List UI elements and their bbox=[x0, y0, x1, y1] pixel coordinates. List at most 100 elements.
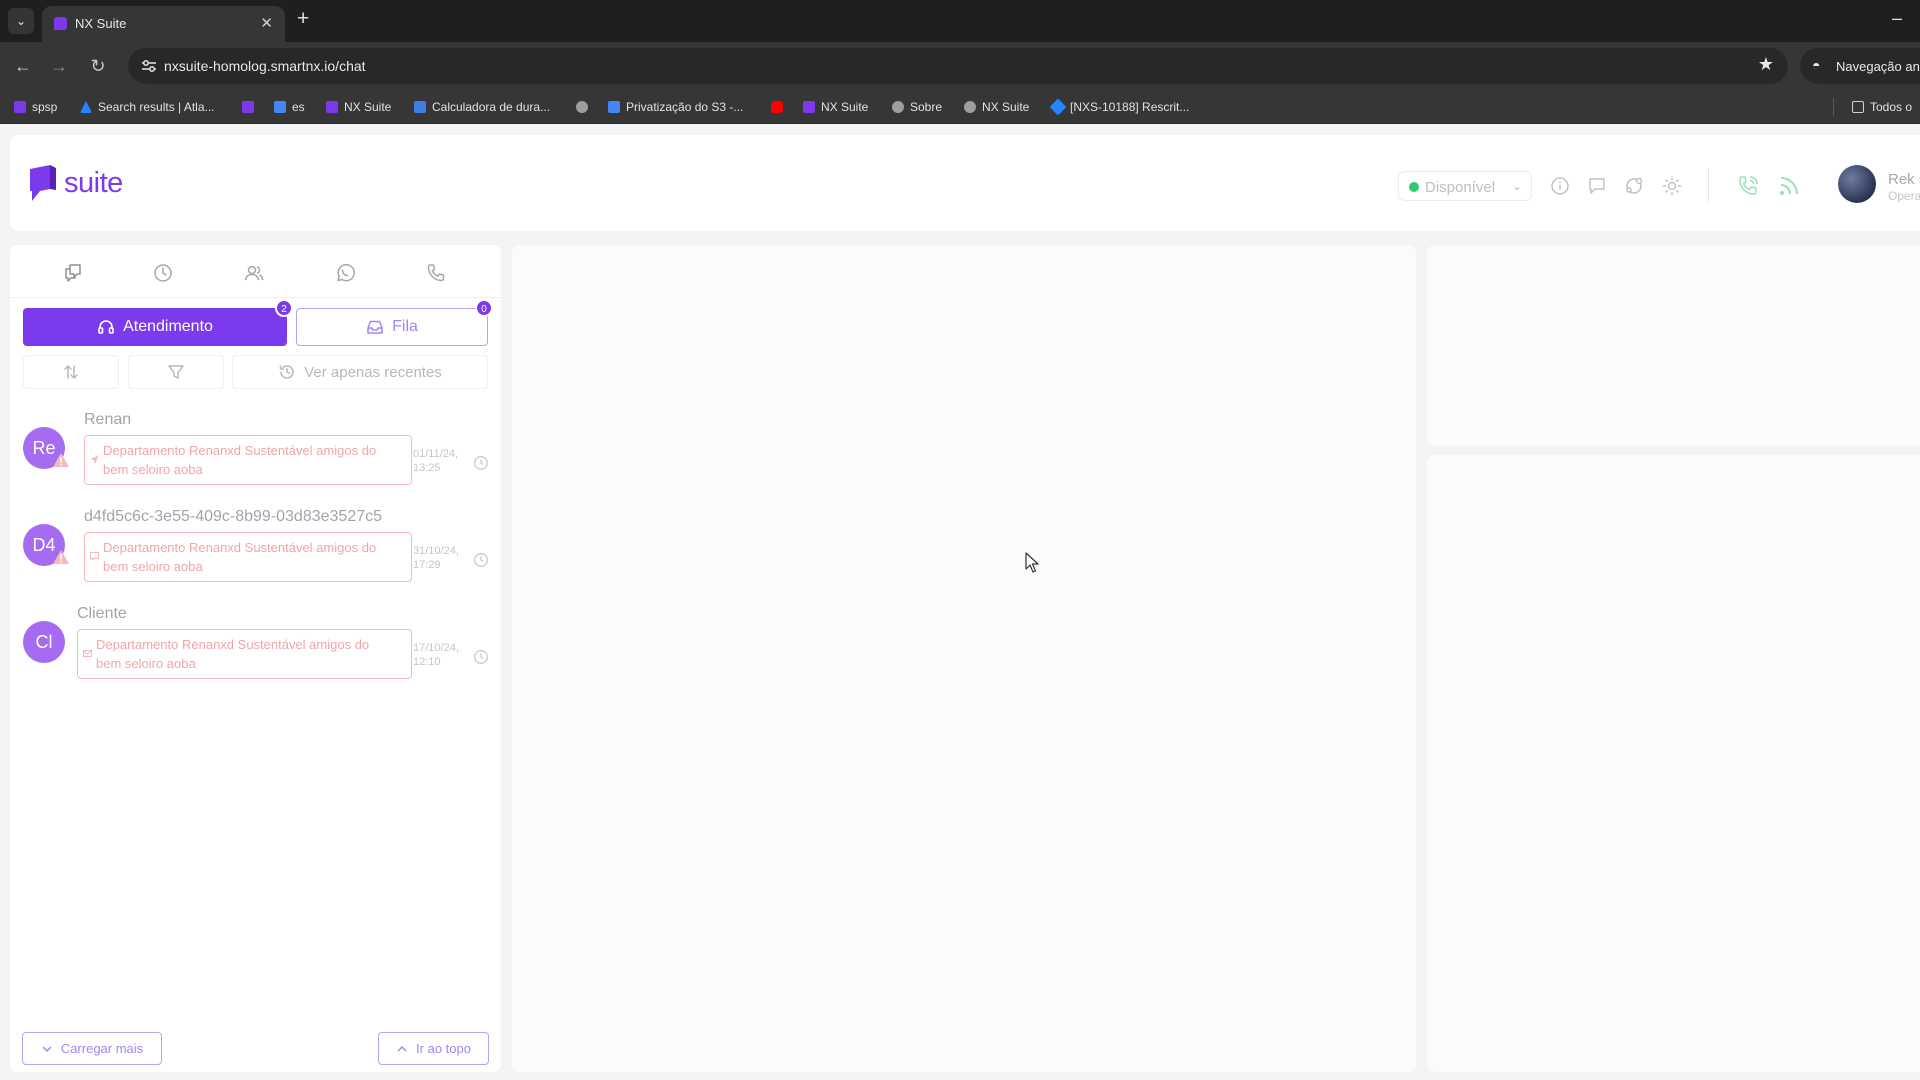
department-tag: Departamento Renanxd Sustentável amigos … bbox=[77, 629, 412, 679]
clock-icon bbox=[474, 456, 488, 470]
all-bookmarks-folder[interactable]: Todos o bbox=[1852, 98, 1912, 116]
details-panel bbox=[1427, 455, 1920, 1072]
jira-icon bbox=[1049, 98, 1067, 116]
contact-info-panel bbox=[1427, 245, 1920, 446]
load-more-button[interactable]: Carregar mais bbox=[22, 1032, 162, 1065]
bookmark-item[interactable]: Sobre bbox=[892, 98, 942, 116]
tab-fila-label: Fila bbox=[392, 318, 418, 335]
warning-icon bbox=[53, 453, 69, 467]
bookmark-item[interactable]: Search results | Atla... bbox=[80, 98, 215, 116]
tab-search-button[interactable]: ⌄ bbox=[8, 8, 34, 34]
bookmark-item[interactable]: es bbox=[274, 98, 305, 116]
conversation-timestamp: 17/10/24, 12:10 bbox=[413, 642, 459, 668]
bookmark-item[interactable]: NX Suite bbox=[803, 98, 868, 116]
contact-name: Cliente bbox=[77, 605, 127, 622]
bookmark-favicon-icon bbox=[803, 101, 815, 113]
clock-icon bbox=[474, 553, 488, 567]
user-avatar[interactable] bbox=[1838, 165, 1876, 203]
url-text[interactable]: nxsuite-homolog.smartnx.io/chat bbox=[164, 58, 366, 74]
tabs-divider bbox=[10, 297, 501, 298]
globe-icon bbox=[964, 101, 976, 113]
fila-count-badge: 0 bbox=[475, 299, 493, 317]
conversation-item[interactable]: Re Renan Departamento Renanxd Sustentáve… bbox=[10, 405, 501, 495]
tab-atendimento[interactable]: Atendimento bbox=[23, 308, 287, 346]
filter-button[interactable] bbox=[128, 355, 224, 389]
chevron-up-icon bbox=[397, 1045, 407, 1052]
status-dot bbox=[1409, 182, 1419, 192]
contact-name: d4fd5c6c-3e55-409c-8b99-03d83e3527c5 bbox=[84, 508, 383, 525]
go-top-label: Ir ao topo bbox=[416, 1041, 471, 1056]
whatsapp-icon[interactable] bbox=[334, 262, 356, 284]
sort-button[interactable] bbox=[23, 355, 119, 389]
recent-only-button[interactable]: Ver apenas recentes bbox=[232, 355, 488, 389]
share-icon[interactable] bbox=[1624, 176, 1644, 196]
department-tag: Departamento Renanxd Sustentável amigos … bbox=[84, 532, 412, 582]
bookmark-item[interactable] bbox=[576, 98, 594, 116]
info-icon[interactable] bbox=[1550, 176, 1570, 196]
tab-title: NX Suite bbox=[75, 16, 127, 31]
bookmark-item[interactable]: Privatização do S3 -... bbox=[608, 98, 743, 116]
contacts-icon[interactable] bbox=[243, 262, 265, 284]
bookmark-item[interactable] bbox=[771, 98, 789, 116]
load-more-label: Carregar mais bbox=[60, 1041, 144, 1056]
conversation-timestamp: 01/11/24, 13:25 bbox=[413, 448, 459, 474]
incognito-indicator[interactable]: ◓ Navegação anô bbox=[1800, 48, 1920, 84]
tab-close-icon[interactable]: ✕ bbox=[260, 14, 273, 32]
bookmark-item[interactable]: [NXS-10188] Rescrit... bbox=[1049, 98, 1189, 116]
conversation-item[interactable]: D4 d4fd5c6c-3e55-409c-8b99-03d83e3527c5 … bbox=[10, 502, 501, 592]
chat-bubbles-icon[interactable] bbox=[62, 262, 84, 284]
bookmark-item[interactable]: NX Suite bbox=[326, 98, 391, 116]
go-top-button[interactable]: Ir ao topo bbox=[378, 1032, 489, 1065]
conversation-list-panel: Atendimento 2 Fila 0 Ver apenas recentes… bbox=[10, 245, 501, 1072]
bookmark-item[interactable]: Calculadora de dura... bbox=[414, 98, 550, 116]
conversation-item[interactable]: Cl Cliente Departamento Renanxd Sustentá… bbox=[10, 599, 501, 689]
sort-arrows-icon bbox=[64, 365, 78, 379]
site-info-icon[interactable] bbox=[140, 57, 158, 75]
reload-icon[interactable]: ↻ bbox=[86, 54, 110, 78]
rss-icon[interactable] bbox=[1777, 174, 1801, 198]
back-arrow-icon[interactable]: ← bbox=[11, 54, 35, 78]
new-tab-button[interactable]: + bbox=[297, 8, 309, 29]
user-name: Rek s bbox=[1888, 171, 1920, 188]
atlassian-icon bbox=[80, 101, 92, 113]
bookmarks-bar: spsp Search results | Atla... es NX Suit… bbox=[0, 90, 1920, 124]
warning-icon bbox=[53, 550, 69, 564]
chevron-down-icon: ⌄ bbox=[1511, 179, 1522, 193]
minimize-window-button[interactable]: – bbox=[1892, 8, 1902, 29]
logo-text: suite bbox=[64, 167, 123, 199]
clock-icon[interactable] bbox=[152, 262, 174, 284]
mouse-cursor-icon bbox=[1025, 552, 1039, 573]
department-tag: Departamento Renanxd Sustentável amigos … bbox=[84, 435, 412, 485]
chat-icon[interactable] bbox=[1587, 176, 1607, 196]
conversation-timestamp: 31/10/24, 17:29 bbox=[413, 545, 459, 571]
department-tag-text: Departamento Renanxd Sustentável amigos … bbox=[96, 637, 370, 671]
status-select[interactable]: Disponível ⌄ bbox=[1398, 171, 1532, 201]
address-bar[interactable]: nxsuite-homolog.smartnx.io/chat ★ bbox=[128, 48, 1788, 84]
bookmark-item[interactable]: NX Suite bbox=[964, 98, 1029, 116]
bookmark-item[interactable]: spsp bbox=[14, 98, 57, 116]
clock-icon bbox=[474, 650, 488, 664]
docs-icon bbox=[274, 101, 286, 113]
tab-atendimento-label: Atendimento bbox=[123, 318, 213, 335]
phone-icon[interactable] bbox=[425, 262, 447, 284]
tab-fila[interactable]: Fila bbox=[296, 308, 488, 346]
incognito-label: Navegação anô bbox=[1836, 59, 1920, 74]
forward-arrow-icon[interactable]: → bbox=[47, 54, 71, 78]
app-root: suite Disponível ⌄ Rek Opera Atendimento… bbox=[0, 125, 1920, 1080]
phone-call-icon[interactable] bbox=[1736, 174, 1760, 198]
status-label: Disponível bbox=[1425, 179, 1496, 196]
atendimento-count-badge: 2 bbox=[275, 299, 293, 317]
nx-logo-icon bbox=[30, 165, 56, 201]
bookmark-item[interactable] bbox=[242, 98, 260, 116]
globe-icon bbox=[892, 101, 904, 113]
docs-icon bbox=[608, 101, 620, 113]
chat-panel[interactable] bbox=[512, 245, 1416, 1072]
bookmark-star-icon[interactable]: ★ bbox=[1758, 54, 1774, 75]
headset-icon bbox=[98, 320, 114, 334]
globe-icon bbox=[576, 101, 588, 113]
theme-sun-icon[interactable] bbox=[1662, 176, 1682, 196]
inbox-icon bbox=[367, 320, 383, 334]
browser-tab-active[interactable]: NX Suite ✕ bbox=[42, 6, 285, 42]
department-tag-text: Departamento Renanxd Sustentável amigos … bbox=[103, 443, 377, 477]
bookmark-favicon-icon bbox=[242, 101, 254, 113]
